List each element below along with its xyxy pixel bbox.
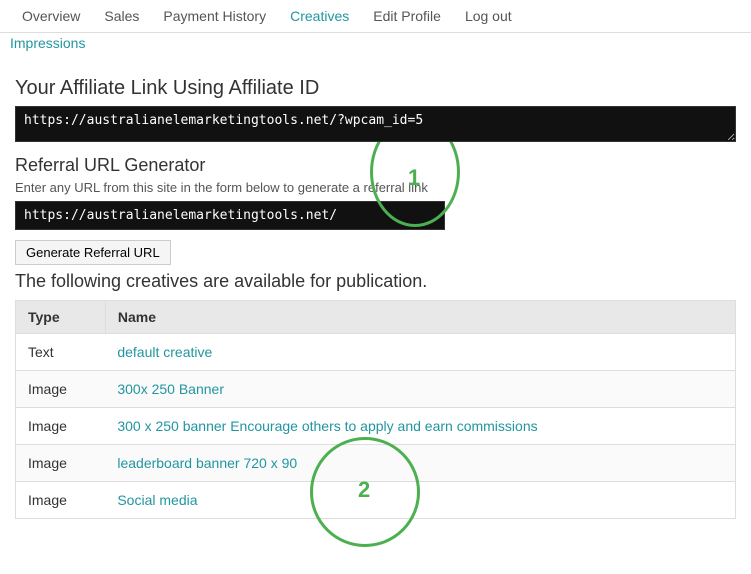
nav-overview[interactable]: Overview (10, 0, 92, 32)
circle-1-label: 1 (408, 165, 420, 191)
table-header-row: Type Name (16, 301, 736, 334)
referral-description: Enter any URL from this site in the form… (15, 180, 736, 195)
creative-name[interactable]: 300 x 250 banner Encourage others to app… (105, 408, 735, 445)
referral-title: Referral URL Generator (15, 155, 736, 176)
creative-type: Image (16, 445, 106, 482)
table-row: Image300x 250 Banner (16, 371, 736, 408)
creative-name[interactable]: 300x 250 Banner (105, 371, 735, 408)
nav-edit-profile[interactable]: Edit Profile (361, 0, 453, 32)
affiliate-link-title: Your Affiliate Link Using Affiliate ID (15, 77, 736, 100)
col-type: Type (16, 301, 106, 334)
affiliate-link-input[interactable]: https://australianelemarketingtools.net/… (15, 106, 736, 142)
nav-creatives[interactable]: Creatives (278, 0, 361, 32)
creative-type: Image (16, 408, 106, 445)
table-row: Imageleaderboard banner 720 x 90 (16, 445, 736, 482)
referral-url-display: https://australianelemarketingtools.net/ (15, 201, 445, 230)
creative-type: Text (16, 334, 106, 371)
creatives-title: The following creatives are available fo… (15, 271, 736, 292)
table-row: Textdefault creative (16, 334, 736, 371)
creatives-table: Type Name Textdefault creativeImage300x … (15, 300, 736, 519)
main-content: 1 2 Your Affiliate Link Using Affiliate … (0, 57, 751, 529)
nav-impressions[interactable]: Impressions (10, 35, 85, 51)
creative-name[interactable]: leaderboard banner 720 x 90 (105, 445, 735, 482)
nav-bar: Overview Sales Payment History Creatives… (0, 0, 751, 33)
generate-referral-url-button[interactable]: Generate Referral URL (15, 240, 171, 265)
creative-name[interactable]: default creative (105, 334, 735, 371)
col-name: Name (105, 301, 735, 334)
table-row: ImageSocial media (16, 482, 736, 519)
table-row: Image300 x 250 banner Encourage others t… (16, 408, 736, 445)
creative-name[interactable]: Social media (105, 482, 735, 519)
creative-type: Image (16, 371, 106, 408)
nav-logout[interactable]: Log out (453, 0, 524, 32)
creative-type: Image (16, 482, 106, 519)
circle-2-label: 2 (358, 477, 370, 503)
nav-sub-bar: Impressions (0, 33, 751, 57)
affiliate-link-box: https://australianelemarketingtools.net/… (15, 106, 736, 145)
nav-payment-history[interactable]: Payment History (151, 0, 278, 32)
nav-sales[interactable]: Sales (92, 0, 151, 32)
